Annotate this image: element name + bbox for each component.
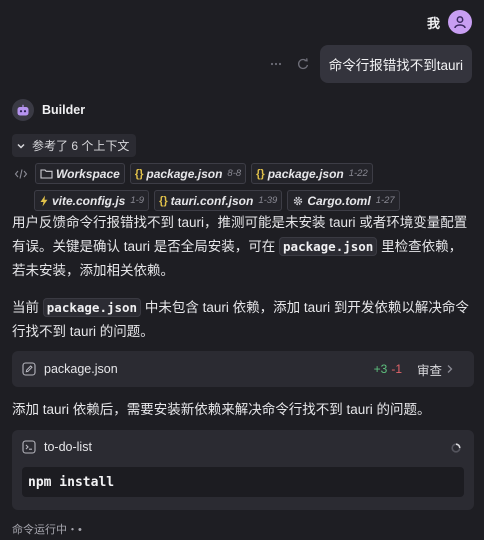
chevron-down-icon xyxy=(17,143,25,149)
file-change-card[interactable]: package.json +3 -1 审查 xyxy=(12,351,474,387)
chevron-right-icon xyxy=(447,365,453,373)
context-chip-label: tauri.conf.json xyxy=(170,193,254,208)
assistant-paragraph-2: 当前 package.json 中未包含 tauri 依赖，添加 tauri 到… xyxy=(12,296,474,344)
braces-icon: {} xyxy=(159,194,168,207)
context-chips: Workspace {} package.json 8-8 {} package… xyxy=(14,163,474,217)
context-chip-range: 8-8 xyxy=(227,168,242,179)
more-icon[interactable] xyxy=(270,62,282,66)
context-chip-label: Cargo.toml xyxy=(307,193,371,208)
terminal-card: to-do-list npm install xyxy=(12,430,474,510)
context-chip-label: package.json xyxy=(146,166,223,181)
lines-removed: -1 xyxy=(391,362,402,376)
context-chip-tauri-conf[interactable]: {} tauri.conf.json 1-39 xyxy=(154,190,283,211)
edit-file-icon xyxy=(22,362,36,376)
context-chip-range: 1-22 xyxy=(348,168,368,179)
context-chip-range: 1-27 xyxy=(375,195,395,206)
user-icon xyxy=(454,16,466,29)
user-message-row: 命令行报错找不到tauri xyxy=(270,45,472,83)
user-avatar[interactable] xyxy=(448,10,472,34)
gear-icon xyxy=(294,196,303,205)
assistant-avatar xyxy=(12,99,34,121)
context-chip-label: vite.config.js xyxy=(52,193,126,208)
review-label: 审查 xyxy=(416,363,442,378)
context-chip-range: 1-9 xyxy=(130,195,145,206)
file-change-name: package.json xyxy=(44,362,118,376)
user-name: 我 xyxy=(426,15,440,31)
context-chip-range: 1-39 xyxy=(258,195,278,206)
review-button[interactable]: 审查 xyxy=(417,360,454,379)
assistant-paragraph-3: 添加 tauri 依赖后，需要安装新依赖来解决命令行找不到 tauri 的问题。 xyxy=(12,398,474,422)
message-actions xyxy=(270,57,310,71)
user-message-bubble[interactable]: 命令行报错找不到tauri xyxy=(319,45,472,83)
terminal-header: to-do-list xyxy=(22,440,92,454)
context-chip-label: Workspace xyxy=(56,166,120,181)
context-toggle-label: 参考了 6 个上下文 xyxy=(32,139,130,153)
robot-icon xyxy=(17,104,29,115)
loading-spinner-icon xyxy=(451,443,461,453)
context-chip-cargo-toml[interactable]: Cargo.toml 1-27 xyxy=(287,190,400,211)
retry-icon[interactable] xyxy=(296,57,310,71)
inline-code: package.json xyxy=(42,298,142,317)
context-chip-vite-config[interactable]: vite.config.js 1-9 xyxy=(34,190,150,211)
command-text: npm install xyxy=(28,474,115,490)
assistant-name: Builder xyxy=(42,103,86,117)
context-chip-label: package.json xyxy=(267,166,344,181)
context-chip-package-json-1[interactable]: {} package.json 8-8 xyxy=(129,163,247,184)
context-chip-package-json-2[interactable]: {} package.json 1-22 xyxy=(251,163,373,184)
lines-added: +3 xyxy=(373,362,388,376)
braces-icon: {} xyxy=(134,167,144,180)
assistant-paragraph-1: 用户反馈命令行报错找不到 tauri，推测可能是未安装 tauri 或者环境变量… xyxy=(12,211,474,283)
context-chip-workspace[interactable]: Workspace xyxy=(35,163,125,184)
folder-icon xyxy=(40,169,53,179)
terminal-icon xyxy=(22,440,36,454)
command-box: npm install xyxy=(22,467,464,497)
code-icon xyxy=(14,168,28,179)
context-toggle[interactable]: 参考了 6 个上下文 xyxy=(12,134,137,157)
inline-code: package.json xyxy=(279,237,378,256)
run-status: 命令运行中・• xyxy=(12,524,82,536)
diff-stats: +3 -1 xyxy=(374,362,402,376)
paragraph-text: 添加 tauri 依赖后，需要安装新依赖来解决命令行找不到 tauri 的问题。 xyxy=(12,402,431,417)
braces-icon: {} xyxy=(256,167,265,180)
bolt-icon xyxy=(40,195,48,206)
terminal-title: to-do-list xyxy=(44,440,92,454)
user-header: 我 xyxy=(427,10,472,34)
paragraph-text: 当前 xyxy=(12,300,43,315)
assistant-header: Builder xyxy=(12,99,85,121)
